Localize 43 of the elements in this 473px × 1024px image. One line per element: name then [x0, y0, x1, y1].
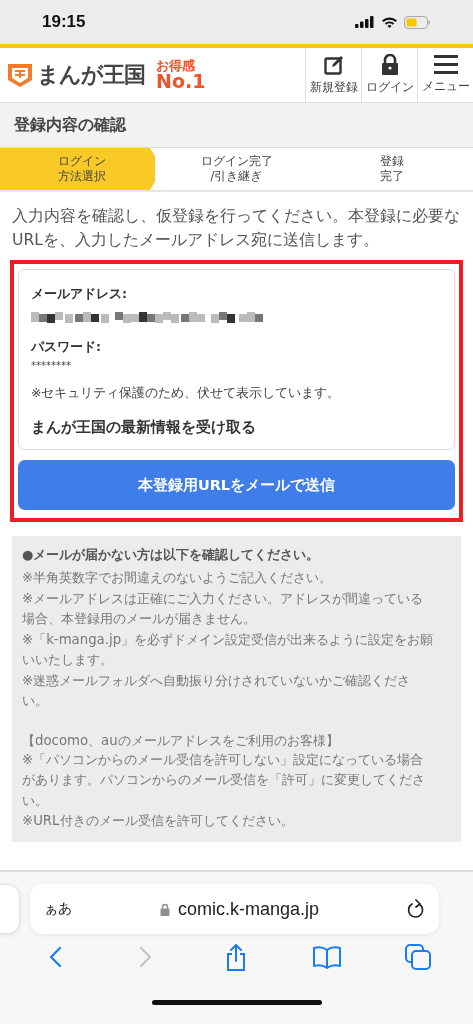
logo-icon [6, 62, 34, 88]
notes-subheading: 【docomo、auのメールアドレスをご利用のお客様】 [22, 731, 340, 750]
masked-password: ******** [31, 360, 72, 371]
note-text: ※「k-manga.jp」を必ずドメイン設定受信が出来るように設定をお願いいたします。 [22, 630, 435, 669]
notes-heading: ●メールが届かない方は以下を確認してください。 [22, 546, 321, 564]
newsletter-option: まんが王国の最新情報を受け取る [31, 418, 442, 437]
pencil-square-icon [323, 54, 344, 75]
address-bar[interactable]: ぁあ comic.k-manga.jp [30, 884, 439, 934]
submit-button[interactable]: 本登録用URLをメールで送信 [18, 460, 455, 510]
step-label: 登録 [379, 154, 404, 169]
step-label: ログイン完了 [200, 154, 273, 169]
step-label: /引き継ぎ [210, 169, 263, 184]
field-label: パスワード: [31, 339, 102, 356]
field-label: メールアドレス: [31, 286, 128, 303]
lock-icon [380, 54, 399, 75]
logo-text: まんが王国 [37, 61, 145, 89]
note-text: ※迷惑メールフォルダへ自動振り分けされていないかご確認ください。 [22, 671, 412, 710]
badge-caption: お得感 [156, 59, 196, 72]
share-icon[interactable] [225, 943, 248, 971]
back-icon[interactable] [48, 946, 63, 968]
header-nav-button[interactable]: 新規登録 [305, 48, 361, 102]
wifi-icon [381, 16, 398, 28]
page-title: 登録内容の確認 [14, 114, 126, 136]
battery-icon [404, 15, 431, 29]
note-text: ※URL付きのメール受信を許可してください。 [22, 812, 295, 830]
step-label: 完了 [379, 169, 404, 184]
note-text: ※半角英数字でお間違えのないようご記入ください。 [22, 569, 334, 587]
reload-icon[interactable] [407, 899, 425, 919]
step-label: 方法選択 [57, 169, 106, 184]
lock-icon [159, 902, 170, 916]
intro-text: 入力内容を確認し、仮登録を行ってください。本登録に必要なURLを、入力したメールアドレス宛に送信します。 [12, 206, 461, 251]
tabs-icon[interactable] [404, 944, 431, 970]
text-size-button[interactable]: ぁあ [44, 900, 72, 918]
url-text: comic.k-manga.jp [177, 898, 319, 920]
menu-icon [433, 55, 458, 74]
security-note: ※セキュリティ保護のため、伏せて表示しています。 [31, 385, 342, 402]
note-text: ※「パソコンからのメール受信を許可しない」設定になっている場合があります。パソコンからのメール受信を「許可」に変更してください。 [22, 750, 426, 810]
step-label: ログイン [57, 154, 106, 169]
badge-rank: No.1 [156, 72, 206, 91]
signal-icon [355, 16, 375, 28]
clock: 19:15 [42, 12, 86, 32]
note-text: ※メールアドレスは正確にご入力ください。アドレスが間違っている場合、本登録用のメールが届きません。 [22, 589, 425, 628]
book-icon[interactable] [313, 945, 342, 969]
